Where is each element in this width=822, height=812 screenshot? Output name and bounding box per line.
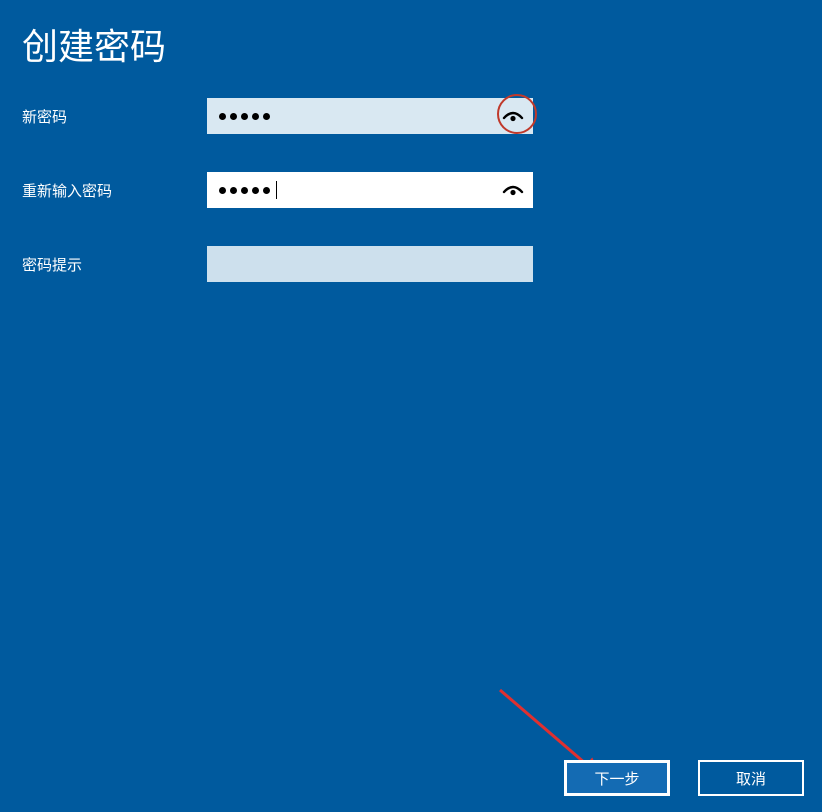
confirm-password-row: 重新输入密码 bbox=[0, 172, 822, 208]
password-hint-row: 密码提示 bbox=[0, 246, 822, 282]
confirm-password-label: 重新输入密码 bbox=[22, 180, 207, 201]
new-password-label: 新密码 bbox=[22, 106, 207, 127]
new-password-input-wrap bbox=[207, 98, 533, 134]
next-button[interactable]: 下一步 bbox=[564, 760, 670, 796]
cancel-button[interactable]: 取消 bbox=[698, 760, 804, 796]
button-bar: 下一步 取消 bbox=[564, 760, 804, 796]
new-password-input[interactable] bbox=[207, 98, 533, 134]
confirm-password-input[interactable] bbox=[207, 172, 533, 208]
new-password-row: 新密码 bbox=[0, 98, 822, 134]
reveal-password-icon[interactable] bbox=[499, 176, 527, 204]
password-hint-label: 密码提示 bbox=[22, 254, 207, 275]
password-hint-input-wrap bbox=[207, 246, 533, 282]
reveal-password-icon[interactable] bbox=[499, 102, 527, 130]
page-title: 创建密码 bbox=[0, 0, 822, 70]
password-hint-input[interactable] bbox=[207, 246, 533, 282]
confirm-password-input-wrap bbox=[207, 172, 533, 208]
